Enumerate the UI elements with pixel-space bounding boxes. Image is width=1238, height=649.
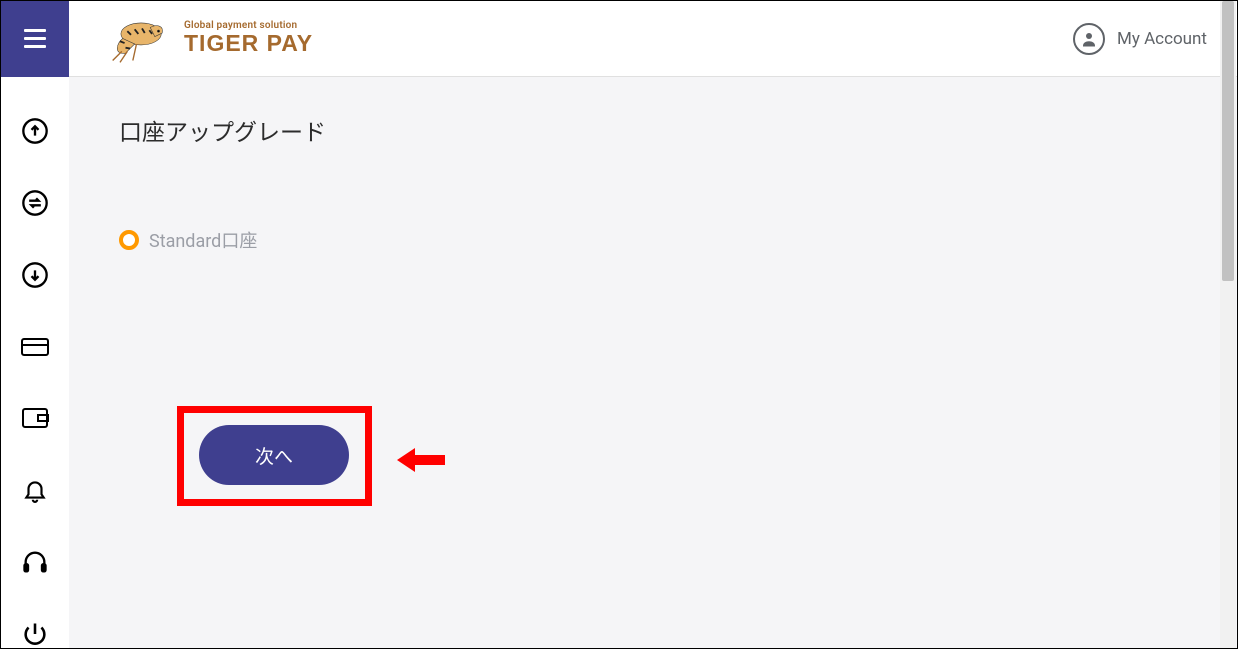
my-account-label: My Account (1117, 29, 1207, 49)
sidebar-item-exchange[interactable] (20, 189, 50, 218)
sidebar-item-withdraw[interactable] (20, 261, 50, 290)
brand-logo[interactable]: Global payment solution TIGER PAY (99, 11, 313, 66)
menu-toggle-button[interactable] (1, 1, 69, 77)
sidebar-item-support[interactable] (20, 548, 50, 577)
download-icon (21, 261, 49, 289)
annotation-arrow-icon (397, 445, 447, 475)
account-type-option[interactable]: Standard口座 (119, 227, 1187, 253)
vertical-scrollbar[interactable] (1220, 1, 1236, 648)
next-button-label: 次へ (255, 442, 293, 469)
card-icon (20, 335, 50, 359)
headset-icon (21, 548, 49, 576)
wallet-icon (20, 405, 50, 431)
sidebar-item-notifications[interactable] (20, 476, 50, 505)
logo-brand-text: TIGER PAY (184, 31, 313, 56)
power-icon (21, 620, 49, 648)
hamburger-icon (24, 29, 46, 48)
next-button[interactable]: 次へ (199, 425, 349, 485)
bell-icon (22, 476, 48, 504)
page-title: 口座アップグレード (119, 113, 1187, 147)
sidebar-item-deposit[interactable] (20, 117, 50, 146)
tiger-logo-icon (99, 11, 174, 66)
main-content: 口座アップグレード Standard口座 次へ (69, 77, 1237, 648)
sidebar-item-logout[interactable] (20, 619, 50, 648)
sidebar-nav (1, 77, 69, 648)
sidebar-item-wallet[interactable] (20, 404, 50, 433)
scrollbar-thumb[interactable] (1222, 1, 1234, 281)
radio-selected-icon (119, 230, 139, 250)
user-icon (1073, 23, 1105, 55)
sidebar-item-card[interactable] (20, 332, 50, 361)
my-account-button[interactable]: My Account (1073, 23, 1207, 55)
upload-icon (21, 117, 49, 145)
radio-label: Standard口座 (149, 227, 257, 253)
exchange-icon (21, 189, 49, 217)
top-bar: Global payment solution TIGER PAY My Acc… (1, 1, 1237, 77)
